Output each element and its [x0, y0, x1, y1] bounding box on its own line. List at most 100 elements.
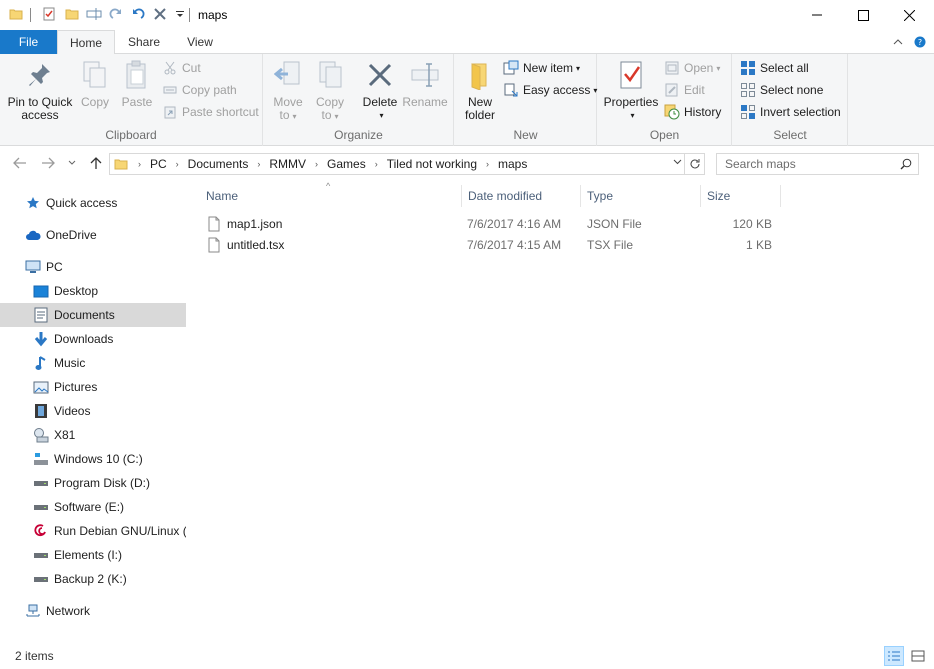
nav-item-label: Backup 2 (K:) [54, 572, 127, 586]
paste-icon [121, 58, 153, 92]
nav-item-windows-c[interactable]: Windows 10 (C:) [0, 447, 186, 471]
minimize-button[interactable] [794, 0, 840, 30]
debian-icon [33, 523, 49, 539]
new-item-label: New item [523, 61, 574, 75]
open-group-label: Open [649, 128, 680, 142]
new-folder-button[interactable]: New folder [459, 58, 501, 122]
delete-button[interactable]: Delete ▾ [360, 58, 400, 122]
forward-arrow-icon[interactable] [40, 155, 56, 171]
large-icons-view-icon[interactable] [908, 646, 928, 666]
copy-to-button[interactable]: Copy to ▾ [312, 58, 348, 123]
invert-selection-button[interactable]: Invert selection [740, 102, 841, 122]
history-button[interactable]: History [664, 102, 721, 122]
address-dropdown-chevron-icon[interactable] [673, 159, 682, 165]
nav-item-pc[interactable]: PC [0, 255, 186, 279]
rename-button[interactable]: Rename [402, 58, 448, 109]
select-all-button[interactable]: Select all [740, 58, 809, 78]
nav-item-music[interactable]: Music [0, 351, 186, 375]
recent-locations-chevron-icon[interactable] [64, 155, 80, 171]
delete-x-icon[interactable] [152, 6, 168, 22]
nav-item-onedrive[interactable]: OneDrive [0, 223, 186, 247]
breadcrumb-tiled-not-working[interactable]: Tiled not working [387, 157, 477, 171]
invert-selection-label: Invert selection [760, 105, 841, 119]
tab-file[interactable]: File [0, 30, 57, 54]
breadcrumb-maps[interactable]: maps [498, 157, 527, 171]
move-to-button[interactable]: Move to ▾ [270, 58, 306, 123]
properties-check-icon[interactable] [41, 6, 57, 22]
copy-button[interactable]: Copy [76, 58, 114, 109]
search-icon[interactable] [900, 158, 912, 170]
breadcrumb-chevron-icon[interactable]: › [315, 159, 318, 169]
breadcrumb-documents[interactable]: Documents [188, 157, 249, 171]
nav-item-backup-2-k[interactable]: Backup 2 (K:) [0, 567, 186, 591]
maximize-button[interactable] [840, 0, 886, 30]
new-folder-icon[interactable] [64, 6, 80, 22]
breadcrumb-pc[interactable]: PC [150, 157, 167, 171]
nav-item-network[interactable]: Network [0, 599, 186, 623]
easy-access-button[interactable]: Easy access ▾ [503, 80, 597, 100]
table-row[interactable]: map1.json 7/6/2017 4:16 AM JSON File 120… [202, 214, 782, 235]
nav-item-videos[interactable]: Videos [0, 399, 186, 423]
column-header-date-modified[interactable]: Date modified [462, 185, 581, 207]
column-header-size[interactable]: Size [701, 185, 781, 207]
rename-icon[interactable] [86, 6, 102, 22]
back-arrow-icon[interactable] [12, 155, 28, 171]
breadcrumb-chevron-icon[interactable]: › [176, 159, 179, 169]
nav-item-documents[interactable]: Documents [0, 303, 186, 327]
file-size: 120 KB [732, 217, 772, 231]
up-arrow-icon[interactable] [88, 155, 104, 171]
undo-icon[interactable] [130, 6, 146, 22]
help-icon[interactable]: ? [914, 36, 926, 48]
nav-item-software-e[interactable]: Software (E:) [0, 495, 186, 519]
tab-share[interactable]: Share [117, 30, 171, 54]
select-none-button[interactable]: Select none [740, 80, 823, 100]
nav-item-label: Pictures [54, 380, 98, 394]
nav-item-x81[interactable]: X81 [0, 423, 186, 447]
search-input[interactable] [725, 157, 895, 171]
nav-item-desktop[interactable]: Desktop [0, 279, 186, 303]
delete-icon [364, 58, 396, 92]
new-item-button[interactable]: New item ▾ [503, 58, 580, 78]
file-name: untitled.tsx [227, 238, 285, 252]
tab-home[interactable]: Home [57, 30, 115, 55]
open-button[interactable]: Open ▾ [664, 58, 720, 78]
tab-view[interactable]: View [174, 30, 226, 54]
chevron-up-icon[interactable] [892, 36, 904, 48]
breadcrumb-chevron-icon[interactable]: › [486, 159, 489, 169]
nav-item-label: Program Disk (D:) [54, 476, 151, 490]
cut-button[interactable]: Cut [162, 58, 201, 78]
column-header-type[interactable]: Type [581, 185, 701, 207]
breadcrumb-chevron-icon[interactable]: › [138, 159, 141, 169]
drive-icon [33, 475, 49, 491]
nav-item-elements-i[interactable]: Elements (I:) [0, 543, 186, 567]
redo-icon[interactable] [108, 6, 124, 22]
breadcrumb-rmmv[interactable]: RMMV [269, 157, 306, 171]
properties-button[interactable]: Properties ▾ [604, 58, 658, 122]
file-date: 7/6/2017 4:16 AM [467, 217, 562, 231]
pin-to-quick-access-button[interactable]: Pin to Quick access [6, 58, 74, 122]
search-box[interactable] [716, 153, 919, 175]
close-button[interactable] [886, 0, 932, 30]
copy-path-button[interactable]: Copy path [162, 80, 237, 100]
folder-icon[interactable] [8, 6, 24, 22]
table-row[interactable]: untitled.tsx 7/6/2017 4:15 AM TSX File 1… [202, 235, 782, 256]
column-header-name[interactable]: Name [200, 185, 462, 207]
nav-item-downloads[interactable]: Downloads [0, 327, 186, 351]
details-view-icon[interactable] [884, 646, 904, 666]
edit-button[interactable]: Edit [664, 80, 705, 100]
pc-icon [25, 259, 41, 275]
nav-item-pictures[interactable]: Pictures [0, 375, 186, 399]
nav-item-run-debian[interactable]: Run Debian GNU/Linux ( [0, 519, 186, 543]
address-bar[interactable]: › PC › Documents › RMMV › Games › Tiled … [109, 153, 705, 175]
refresh-icon[interactable] [684, 154, 704, 174]
nav-item-program-disk-d[interactable]: Program Disk (D:) [0, 471, 186, 495]
file-date: 7/6/2017 4:15 AM [467, 238, 562, 252]
paste-shortcut-button[interactable]: Paste shortcut [162, 102, 259, 122]
paste-button[interactable]: Paste [117, 58, 157, 109]
breadcrumb-chevron-icon[interactable]: › [375, 159, 378, 169]
breadcrumb-games[interactable]: Games [327, 157, 366, 171]
customize-dropdown-icon[interactable] [172, 6, 188, 22]
breadcrumb-chevron-icon[interactable]: › [257, 159, 260, 169]
select-none-label: Select none [760, 83, 824, 97]
nav-item-quick-access[interactable]: Quick access [0, 191, 186, 215]
